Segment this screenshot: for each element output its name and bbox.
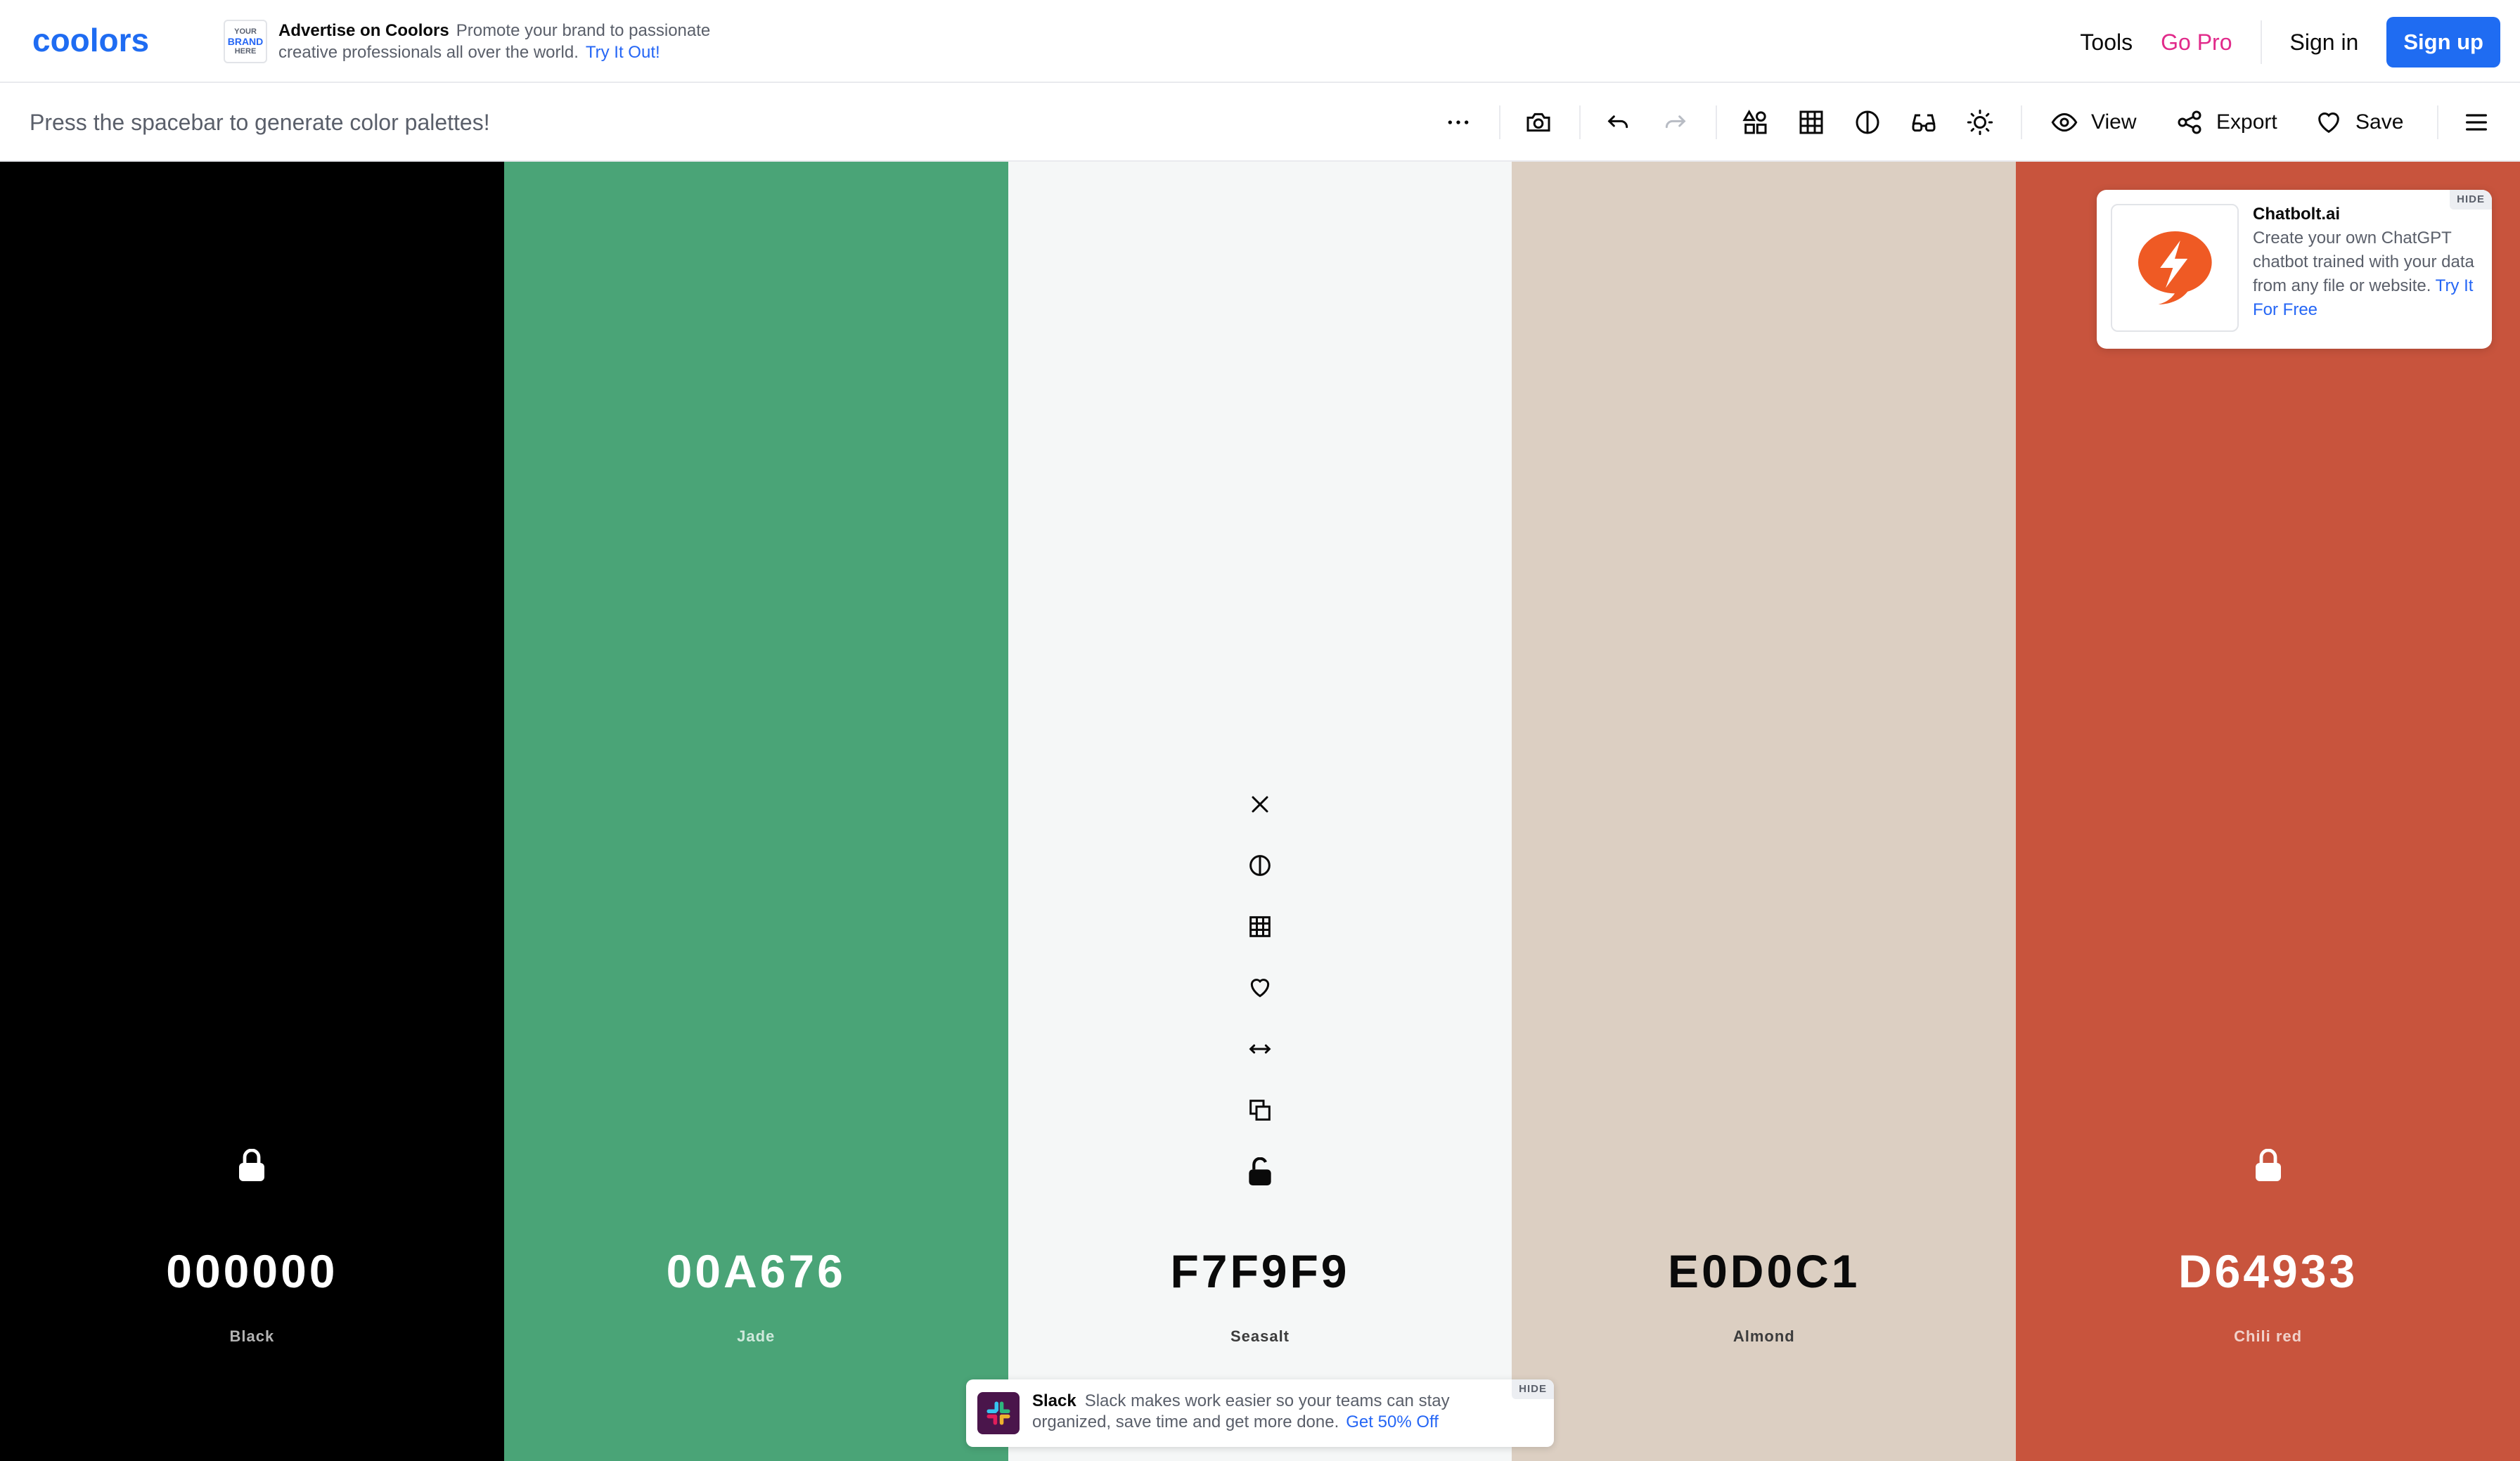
slack-ad-title: Slack — [1032, 1391, 1076, 1410]
lock-icon[interactable] — [2254, 1149, 2282, 1181]
spacebar-hint: Press the spacebar to generate color pal… — [30, 110, 490, 135]
color-swatch[interactable]: 000000 Black — [0, 162, 504, 1461]
color-name[interactable]: Chili red — [2016, 1327, 2520, 1346]
sign-in-link[interactable]: Sign in — [2290, 30, 2359, 56]
coolors-logo[interactable]: coolors — [32, 25, 188, 56]
brightness-icon[interactable] — [1966, 108, 1994, 136]
slack-logo — [977, 1392, 1020, 1434]
toolbar-divider — [1499, 105, 1500, 139]
go-pro-link[interactable]: Go Pro — [2161, 30, 2232, 56]
heart-icon[interactable] — [1243, 971, 1277, 1005]
view-button[interactable]: View — [2050, 83, 2136, 162]
sign-up-button[interactable]: Sign up — [2386, 17, 2500, 67]
slack-ad-banner[interactable]: Slack Slack makes work easier so your tea… — [966, 1379, 1554, 1447]
hex-code[interactable]: E0D0C1 — [1512, 1244, 2016, 1298]
color-swatch[interactable]: E0D0C1 Almond — [1512, 162, 2017, 1461]
nav-actions: Tools Go Pro Sign in Sign up — [2066, 17, 2500, 67]
advertise-title: Advertise on Coolors — [278, 21, 449, 40]
more-options-icon[interactable] — [1444, 108, 1472, 136]
palette-toolbar: Press the spacebar to generate color pal… — [0, 83, 2520, 162]
color-swatch[interactable]: 00A676 Jade — [503, 162, 1008, 1461]
tools-link[interactable]: Tools — [2080, 30, 2133, 56]
advertise-banner: Advertise on Coolors Promote your brand t… — [278, 20, 771, 63]
lightning-bolt-icon — [2138, 231, 2212, 304]
toolbar-divider — [2437, 105, 2438, 139]
chatbolt-ad-title: Chatbolt.ai — [2253, 205, 2340, 224]
color-name[interactable]: Black — [0, 1327, 504, 1346]
brand-placeholder-line: HERE — [234, 47, 257, 56]
brand-placeholder-line: BRAND — [227, 36, 264, 47]
share-icon — [2178, 110, 2201, 134]
save-label: Save — [2355, 110, 2404, 134]
svg-text:coolors: coolors — [32, 25, 149, 56]
close-icon[interactable] — [1243, 787, 1277, 821]
chatbolt-ad-text: Chatbolt.ai Create your own ChatGPT chat… — [2253, 202, 2479, 322]
redo-icon[interactable] — [1661, 108, 1689, 136]
color-swatch[interactable]: D64933 Chili red — [2016, 162, 2520, 1461]
swatch-tools — [1243, 787, 1277, 1216]
slack-ad-text: Slack Slack makes work easier so your tea… — [1032, 1391, 1496, 1433]
grid-icon[interactable] — [1797, 108, 1825, 136]
camera-icon[interactable] — [1524, 108, 1552, 136]
brand-placeholder-line: YOUR — [234, 27, 257, 36]
export-button[interactable]: Export — [2175, 83, 2277, 162]
save-button[interactable]: Save — [2315, 83, 2403, 162]
hide-ad-button[interactable]: HIDE — [1512, 1379, 1554, 1399]
view-label: View — [2091, 110, 2137, 134]
shapes-icon[interactable] — [1741, 108, 1769, 136]
advertise-cta-link[interactable]: Try It Out! — [586, 43, 660, 62]
nav-divider — [2260, 20, 2262, 64]
advertise-brand-placeholder[interactable]: YOUR BRAND HERE — [224, 20, 267, 63]
grid-icon[interactable] — [1243, 910, 1277, 944]
contrast-icon[interactable] — [1243, 849, 1277, 882]
hex-code[interactable]: F7F9F9 — [1008, 1244, 1512, 1298]
eye-icon — [2051, 112, 2078, 132]
color-swatch[interactable]: F7F9F9 Seasalt — [1008, 162, 1512, 1461]
slack-icon — [986, 1401, 1010, 1425]
heart-icon — [2318, 112, 2339, 134]
toolbar-divider — [2021, 105, 2022, 139]
hide-ad-button[interactable]: HIDE — [2450, 190, 2492, 210]
drag-horizontal-icon[interactable] — [1243, 1032, 1277, 1066]
color-name[interactable]: Seasalt — [1008, 1327, 1512, 1346]
chatbolt-ad-card[interactable]: Chatbolt.ai Create your own ChatGPT chat… — [2097, 190, 2492, 349]
hex-code[interactable]: 00A676 — [504, 1244, 1008, 1298]
toolbar-divider — [1579, 105, 1581, 139]
color-name[interactable]: Almond — [1512, 1327, 2016, 1346]
lock-icon[interactable] — [238, 1149, 266, 1181]
color-name[interactable]: Jade — [504, 1327, 1008, 1346]
export-label: Export — [2216, 110, 2277, 134]
contrast-icon[interactable] — [1853, 108, 1882, 136]
hamburger-menu-icon[interactable] — [2462, 108, 2490, 136]
undo-icon[interactable] — [1605, 108, 1633, 136]
color-palette: 000000 Black 00A676 Jade F7F9F9 Seasalt … — [0, 162, 2520, 1461]
top-navigation: coolors YOUR BRAND HERE Advertise on Coo… — [0, 0, 2520, 83]
glasses-icon[interactable] — [1910, 108, 1938, 136]
hex-code[interactable]: D64933 — [2016, 1244, 2520, 1298]
copy-icon[interactable] — [1243, 1093, 1277, 1127]
toolbar-divider — [1716, 105, 1717, 139]
hex-code[interactable]: 000000 — [0, 1244, 504, 1298]
slack-ad-cta[interactable]: Get 50% Off — [1346, 1412, 1439, 1431]
chatbolt-logo — [2111, 204, 2239, 332]
unlock-icon[interactable] — [1243, 1154, 1277, 1188]
